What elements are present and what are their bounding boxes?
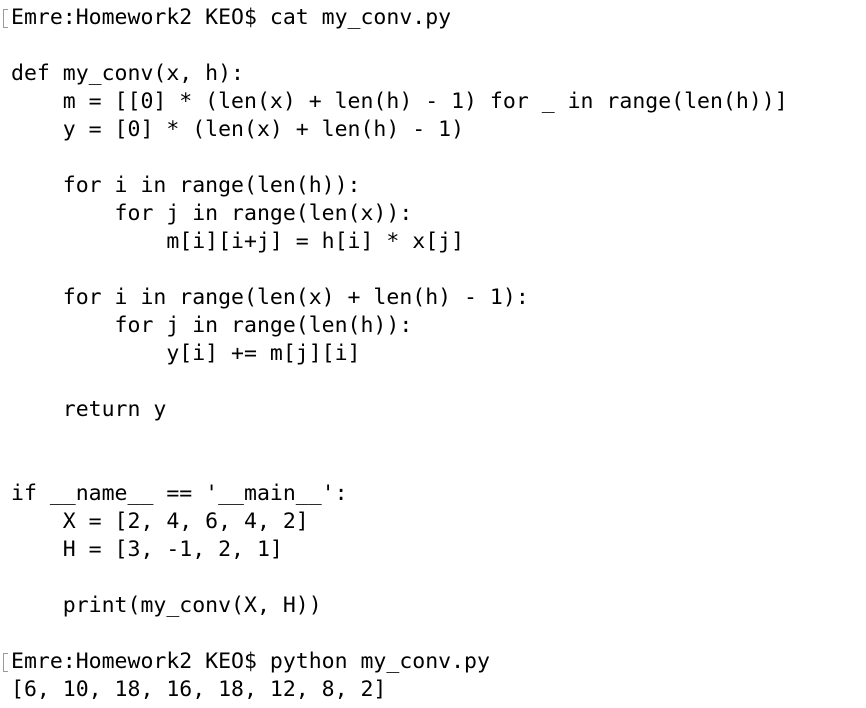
terminal-line-text: m[i][i+j] = h[i] * x[j] [11,229,465,254]
terminal-line-text: if __name__ == '__main__': [11,481,348,506]
terminal-command-line: Emre:Homework2 KEO$ cat my_conv.py [0,4,866,32]
terminal-line-text: print(my_conv(X, H)) [11,593,322,618]
terminal-line-text: m = [[0] * (len(x) + len(h) - 1) for _ i… [11,89,788,114]
terminal-output-line: m[i][i+j] = h[i] * x[j] [0,228,866,256]
terminal-line-text: for j in range(len(h)): [11,313,413,338]
terminal-line-text: X = [2, 4, 6, 4, 2] [11,509,309,534]
terminal-output-line: print(my_conv(X, H)) [0,592,866,620]
terminal-output-line: H = [3, -1, 2, 1] [0,536,866,564]
prompt-mark-icon [3,9,8,28]
terminal-line-text: Emre:Homework2 KEO$ cat my_conv.py [11,5,452,30]
terminal-output-line: for j in range(len(x)): [0,200,866,228]
terminal-output-line: y[i] += m[j][i] [0,340,866,368]
terminal-line-text: for j in range(len(x)): [11,201,413,226]
terminal-line-text: for i in range(len(h)): [11,173,361,198]
terminal-line-text: y[i] += m[j][i] [11,341,361,366]
terminal-output-line: for i in range(len(h)): [0,172,866,200]
terminal-output-line: y = [0] * (len(x) + len(h) - 1) [0,116,866,144]
terminal-line-text: H = [3, -1, 2, 1] [11,537,283,562]
terminal-output-line: if __name__ == '__main__': [0,480,866,508]
prompt-mark-icon [3,653,8,672]
terminal-output-line: m = [[0] * (len(x) + len(h) - 1) for _ i… [0,88,866,116]
terminal-output-line: X = [2, 4, 6, 4, 2] [0,508,866,536]
terminal-line-text: y = [0] * (len(x) + len(h) - 1) [11,117,465,142]
terminal-line-text: for i in range(len(x) + len(h) - 1): [11,285,529,310]
terminal-command-line: Emre:Homework2 KEO$ python my_conv.py [0,648,866,676]
terminal-window[interactable]: Emre:Homework2 KEO$ cat my_conv.pydef my… [0,0,866,708]
terminal-line-text: def my_conv(x, h): [11,61,244,86]
terminal-line-text: Emre:Homework2 KEO$ python my_conv.py [11,649,490,674]
terminal-line-text: [6, 10, 18, 16, 18, 12, 8, 2] [11,677,387,702]
terminal-output-line: return y [0,396,866,424]
terminal-output-line: for i in range(len(x) + len(h) - 1): [0,284,866,312]
terminal-line-text: return y [11,397,167,422]
terminal-output-line: [6, 10, 18, 16, 18, 12, 8, 2] [0,676,866,704]
terminal-output-line: def my_conv(x, h): [0,60,866,88]
terminal-output-line: for j in range(len(h)): [0,312,866,340]
